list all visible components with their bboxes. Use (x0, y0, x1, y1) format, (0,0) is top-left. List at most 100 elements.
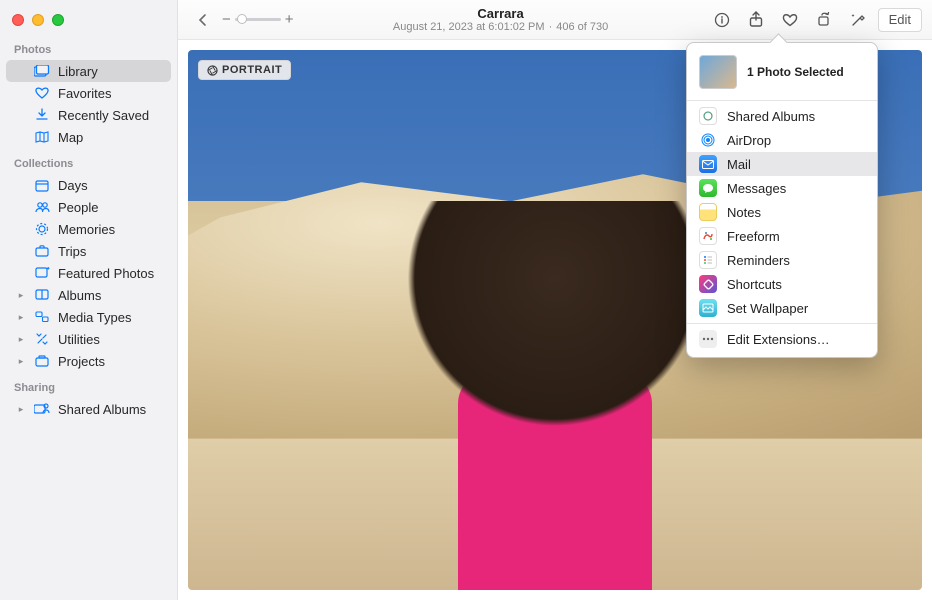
sidebar-item-people[interactable]: ▸ People (6, 196, 171, 218)
zoom-out-icon: − (222, 11, 231, 28)
shared-albums-app-icon (699, 107, 717, 125)
suitcase-icon (34, 243, 50, 259)
sidebar-item-label: Memories (58, 222, 161, 237)
photo-subject (394, 201, 717, 590)
maximize-button[interactable] (52, 14, 64, 26)
shortcuts-app-icon (699, 275, 717, 293)
share-item-freeform[interactable]: Freeform (687, 224, 877, 248)
share-button[interactable] (742, 8, 770, 32)
chevron-right-icon[interactable]: ▸ (16, 312, 26, 323)
sidebar-item-map[interactable]: ▸ Map (6, 126, 171, 148)
sidebar-item-label: Albums (58, 288, 161, 303)
wallpaper-app-icon (699, 299, 717, 317)
freeform-app-icon (699, 227, 717, 245)
share-item-airdrop[interactable]: AirDrop (687, 128, 877, 152)
share-item-reminders[interactable]: Reminders (687, 248, 877, 272)
heart-icon (34, 85, 50, 101)
memories-icon (34, 221, 50, 237)
sidebar-item-media-types[interactable]: ▸ Media Types (6, 306, 171, 328)
main-pane: − + Carrara August 21, 2023 at 6:01:02 P… (178, 0, 932, 600)
share-item-set-wallpaper[interactable]: Set Wallpaper (687, 296, 877, 320)
sidebar-item-label: Library (58, 64, 161, 79)
share-item-edit-extensions[interactable]: Edit Extensions… (687, 327, 877, 351)
reminders-app-icon (699, 251, 717, 269)
shared-albums-icon (34, 401, 50, 417)
share-item-notes[interactable]: Notes (687, 200, 877, 224)
auto-enhance-button[interactable] (844, 8, 872, 32)
share-item-mail[interactable]: Mail (687, 152, 877, 176)
minimize-button[interactable] (32, 14, 44, 26)
sidebar-item-shared-albums[interactable]: ▸ Shared Albums (6, 398, 171, 420)
zoom-in-icon: + (285, 11, 294, 28)
projects-icon (34, 353, 50, 369)
portrait-badge[interactable]: PORTRAIT (198, 60, 291, 80)
media-types-icon (34, 309, 50, 325)
sidebar-item-label: Projects (58, 354, 161, 369)
share-popover-header: 1 Photo Selected (687, 49, 877, 97)
sidebar-item-featured-photos[interactable]: ▸ Featured Photos (6, 262, 171, 284)
info-button[interactable] (708, 8, 736, 32)
share-popover-title: 1 Photo Selected (747, 65, 844, 79)
sidebar-item-label: Shared Albums (58, 402, 161, 417)
map-icon (34, 129, 50, 145)
chevron-right-icon[interactable]: ▸ (16, 334, 26, 345)
sidebar-item-favorites[interactable]: ▸ Favorites (6, 82, 171, 104)
sidebar: Photos ▸ Library ▸ Favorites ▸ Recently … (0, 0, 178, 600)
aperture-icon (207, 65, 218, 76)
photos-window: Photos ▸ Library ▸ Favorites ▸ Recently … (0, 0, 932, 600)
toolbar: − + Carrara August 21, 2023 at 6:01:02 P… (178, 0, 932, 40)
sidebar-section-collections: Collections (0, 148, 177, 174)
sidebar-item-label: Days (58, 178, 161, 193)
window-body: Photos ▸ Library ▸ Favorites ▸ Recently … (0, 0, 932, 600)
sidebar-item-label: Map (58, 130, 161, 145)
sidebar-item-days[interactable]: ▸ Days (6, 174, 171, 196)
library-icon (34, 63, 50, 79)
more-icon (699, 330, 717, 348)
sidebar-item-label: Featured Photos (58, 266, 161, 281)
messages-app-icon (699, 179, 717, 197)
close-button[interactable] (12, 14, 24, 26)
albums-icon (34, 287, 50, 303)
traffic-lights (0, 4, 177, 34)
share-item-shared-albums[interactable]: Shared Albums (687, 104, 877, 128)
share-popover: 1 Photo Selected Shared Albums AirDrop M… (686, 42, 878, 358)
calendar-icon (34, 177, 50, 193)
back-button[interactable] (188, 8, 216, 32)
chevron-right-icon[interactable]: ▸ (16, 404, 26, 415)
mail-app-icon (699, 155, 717, 173)
sidebar-item-utilities[interactable]: ▸ Utilities (6, 328, 171, 350)
sidebar-item-label: Utilities (58, 332, 161, 347)
sidebar-item-projects[interactable]: ▸ Projects (6, 350, 171, 372)
sparkle-photo-icon (34, 265, 50, 281)
page-subtitle: August 21, 2023 at 6:01:02 PM · 406 of 7… (300, 21, 702, 33)
sidebar-item-label: Favorites (58, 86, 161, 101)
share-item-messages[interactable]: Messages (687, 176, 877, 200)
sidebar-item-albums[interactable]: ▸ Albums (6, 284, 171, 306)
download-icon (34, 107, 50, 123)
sidebar-section-sharing: Sharing (0, 372, 177, 398)
sidebar-item-label: Media Types (58, 310, 161, 325)
zoom-track[interactable] (235, 18, 281, 21)
utilities-icon (34, 331, 50, 347)
sidebar-item-recently-saved[interactable]: ▸ Recently Saved (6, 104, 171, 126)
edit-button[interactable]: Edit (878, 8, 922, 32)
share-item-shortcuts[interactable]: Shortcuts (687, 272, 877, 296)
sidebar-item-label: Recently Saved (58, 108, 161, 123)
favorite-button[interactable] (776, 8, 804, 32)
sidebar-item-memories[interactable]: ▸ Memories (6, 218, 171, 240)
sidebar-item-label: People (58, 200, 161, 215)
sidebar-item-trips[interactable]: ▸ Trips (6, 240, 171, 262)
people-icon (34, 199, 50, 215)
rotate-button[interactable] (810, 8, 838, 32)
zoom-knob[interactable] (237, 14, 247, 24)
zoom-slider[interactable]: − + (222, 11, 294, 28)
page-title: Carrara (300, 6, 702, 21)
sidebar-item-library[interactable]: ▸ Library (6, 60, 171, 82)
sidebar-item-label: Trips (58, 244, 161, 259)
share-thumbnail (699, 55, 737, 89)
sidebar-section-photos: Photos (0, 34, 177, 60)
notes-app-icon (699, 203, 717, 221)
chevron-right-icon[interactable]: ▸ (16, 290, 26, 301)
airdrop-app-icon (699, 131, 717, 149)
chevron-right-icon[interactable]: ▸ (16, 356, 26, 367)
